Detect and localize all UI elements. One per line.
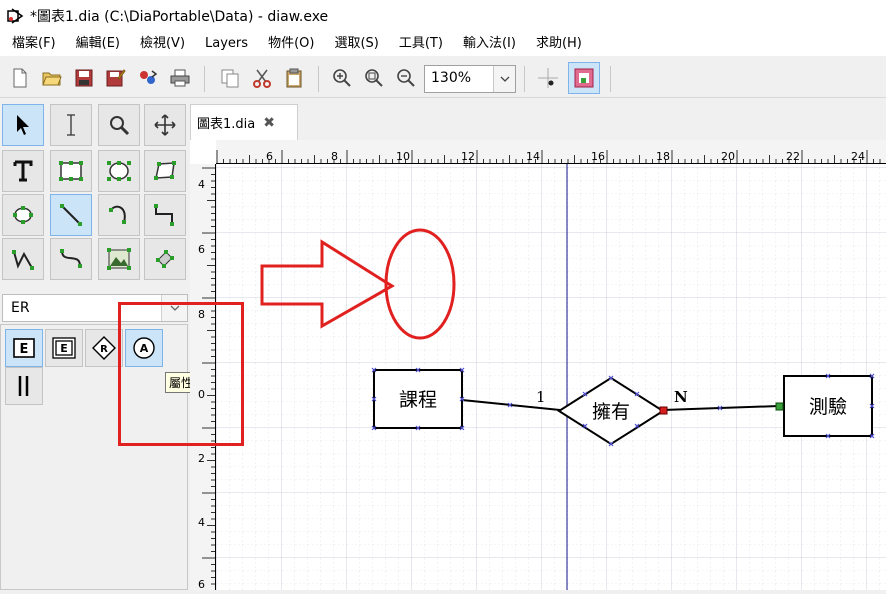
svg-text:E: E: [60, 342, 68, 355]
er-entity-tool[interactable]: E: [5, 329, 43, 367]
er-weak-entity-tool[interactable]: E: [45, 329, 83, 367]
close-icon[interactable]: ✖: [263, 115, 275, 131]
menu-input-method[interactable]: 輸入法(I): [453, 32, 526, 56]
sheet-selector-value: ER: [11, 300, 30, 316]
arc-tool[interactable]: [98, 194, 140, 236]
menu-file[interactable]: 檔案(F): [0, 32, 66, 56]
toolbar-separator: [524, 66, 525, 92]
menu-edit[interactable]: 編輯(E): [66, 32, 130, 56]
svg-text:E: E: [20, 342, 29, 357]
ruler-label: 2: [198, 452, 205, 465]
ellipse-tool[interactable]: [98, 150, 140, 192]
copy-icon[interactable]: [218, 66, 242, 90]
entity-quiz[interactable]: 測驗: [775, 373, 875, 439]
ruler-label: 16: [591, 150, 605, 163]
text-tool[interactable]: [2, 150, 44, 192]
tab-diagram[interactable]: 圖表1.dia ✖: [190, 104, 298, 140]
menu-layers[interactable]: Layers: [195, 32, 258, 56]
save-as-icon[interactable]: [104, 66, 128, 90]
entity-course[interactable]: 課程: [371, 367, 465, 431]
polygon-tool[interactable]: [144, 150, 186, 192]
magnify-tool[interactable]: [98, 104, 140, 146]
ruler-label: 6: [198, 578, 205, 590]
tab-label: 圖表1.dia: [197, 117, 256, 132]
dia-app-icon: [7, 8, 24, 24]
zoom-out-icon[interactable]: [394, 66, 418, 90]
pointer-tool[interactable]: [2, 104, 44, 146]
zoom-in-icon[interactable]: [330, 66, 354, 90]
ruler-label: 10: [396, 150, 410, 163]
menu-bar: 檔案(F) 編輯(E) 檢視(V) Layers 物件(O) 選取(S) 工具(…: [0, 32, 886, 56]
toolbar-separator: [318, 66, 319, 92]
ruler-label: 4: [198, 516, 205, 529]
diagram-canvas-area[interactable]: 6 8 10 12 14 16 18 20 22 24 4 6 8 0 2 4 …: [190, 140, 886, 591]
toolbar-separator: [610, 66, 611, 92]
snap-to-objects-icon[interactable]: [568, 62, 600, 94]
open-folder-icon[interactable]: [40, 66, 64, 90]
cardinality-left: 1: [536, 388, 546, 406]
save-icon[interactable]: [72, 66, 96, 90]
entity-course-label: 課程: [399, 389, 437, 411]
text-edit-tool[interactable]: [50, 104, 92, 146]
window-title: *圖表1.dia (C:\DiaPortable\Data) - diaw.ex…: [30, 9, 329, 25]
zoom-fit-icon[interactable]: [362, 66, 386, 90]
ruler-label: 6: [266, 150, 273, 163]
ruler-label: 22: [786, 150, 800, 163]
menu-view[interactable]: 檢視(V): [130, 32, 195, 56]
snap-to-grid-icon[interactable]: [536, 66, 560, 90]
ruler-label: 4: [198, 178, 205, 191]
ruler-label: 8: [331, 150, 338, 163]
bezier-line-tool[interactable]: [50, 238, 92, 280]
ruler-label: 12: [461, 150, 475, 163]
chevron-down-icon[interactable]: [493, 66, 515, 92]
cut-icon[interactable]: [250, 66, 274, 90]
zoom-combobox[interactable]: 130%: [424, 65, 516, 93]
beziergon-tool[interactable]: [2, 194, 44, 236]
zigzag-line-tool[interactable]: [144, 194, 186, 236]
toolbar-separator: [204, 66, 205, 92]
menu-help[interactable]: 求助(H): [526, 32, 592, 56]
ruler-label: 14: [526, 150, 540, 163]
menu-select[interactable]: 選取(S): [324, 32, 388, 56]
ruler-label: 18: [656, 150, 670, 163]
connection-handle[interactable]: [775, 402, 784, 411]
ruler-label: 24: [851, 150, 865, 163]
er-participation-tool[interactable]: [5, 367, 43, 405]
relationship-label: 擁有: [592, 401, 630, 423]
zoom-value: 130%: [431, 70, 472, 86]
diagram-canvas[interactable]: 6 8 10 12 14 16 18 20 22 24 4 6 8 0 2 4 …: [190, 140, 886, 591]
title-bar: *圖表1.dia (C:\DiaPortable\Data) - diaw.ex…: [0, 0, 886, 32]
top-ruler: 6 8 10 12 14 16 18 20 22 24: [216, 140, 886, 164]
line-tool[interactable]: [50, 194, 92, 236]
polyline-tool[interactable]: [2, 238, 44, 280]
connection-handle[interactable]: [659, 406, 668, 415]
menu-tools[interactable]: 工具(T): [389, 32, 453, 56]
scroll-tool[interactable]: [144, 104, 186, 146]
tab-bar: 圖表1.dia ✖: [190, 100, 886, 140]
box-tool[interactable]: [50, 150, 92, 192]
image-tool[interactable]: [98, 238, 140, 280]
annotation-highlight-box: [118, 302, 244, 446]
entity-quiz-label: 測驗: [809, 396, 847, 418]
export-icon[interactable]: [136, 66, 160, 90]
ruler-label: 20: [721, 150, 735, 163]
svg-text:R: R: [100, 344, 108, 355]
print-icon[interactable]: [168, 66, 192, 90]
menu-objects[interactable]: 物件(O): [258, 32, 324, 56]
new-file-icon[interactable]: [8, 66, 32, 90]
outline-tool[interactable]: [144, 238, 186, 280]
ruler-label: 6: [198, 243, 205, 256]
cardinality-right: N: [674, 388, 688, 406]
paste-icon[interactable]: [282, 66, 306, 90]
